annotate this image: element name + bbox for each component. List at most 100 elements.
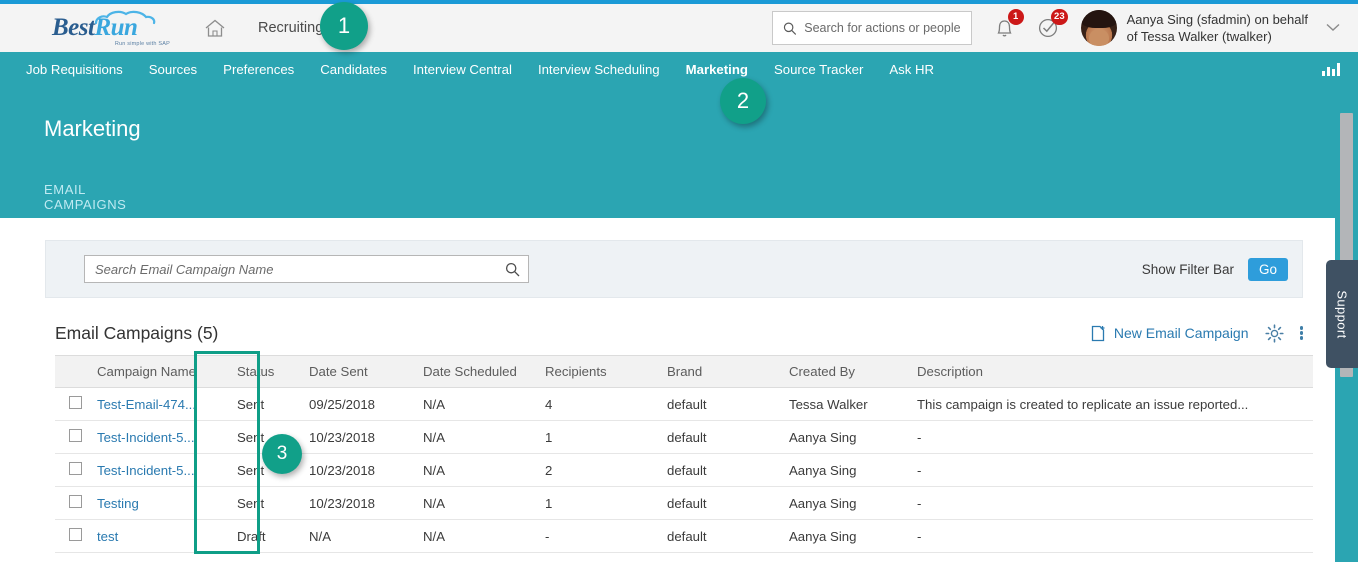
gear-icon[interactable] <box>1264 323 1284 343</box>
campaign-search-input[interactable]: Search Email Campaign Name <box>84 255 529 283</box>
callout-badge-3: 3 <box>262 434 302 474</box>
user-name-line2: of Tessa Walker (twalker) <box>1126 29 1272 44</box>
notifications-count: 1 <box>1007 9 1024 25</box>
page-hero: Marketing EMAIL CAMPAIGNS <box>0 86 1335 225</box>
cell-date-sent: 10/23/2018 <box>309 429 376 445</box>
cell-description: - <box>917 495 922 511</box>
column-header-brand[interactable]: Brand <box>667 364 789 379</box>
cell-date-scheduled: N/A <box>423 462 445 478</box>
primary-navigation: Job Requisitions Sources Preferences Can… <box>0 52 1358 86</box>
masthead: BestRun Run simple with SAP Recruiting S… <box>0 4 1358 52</box>
cell-date-sent: 10/23/2018 <box>309 462 376 478</box>
cell-recipients: 2 <box>545 462 553 478</box>
cell-description: This campaign is created to replicate an… <box>917 396 1249 412</box>
cell-recipients: 1 <box>545 495 553 511</box>
column-header-date-sent[interactable]: Date Sent <box>303 364 423 379</box>
callout-badge-2: 2 <box>720 78 766 124</box>
user-name-line1: Aanya Sing (sfadmin) on behalf <box>1126 12 1308 27</box>
row-checkbox-cell <box>55 462 97 478</box>
global-search-placeholder: Search for actions or people <box>804 21 961 35</box>
bestrun-logo[interactable]: BestRun Run simple with SAP <box>52 8 172 48</box>
search-icon <box>783 22 796 35</box>
table-footer-row <box>55 553 1313 562</box>
support-tab[interactable]: Support <box>1326 260 1358 368</box>
nav-item-job-requisitions[interactable]: Job Requisitions <box>26 62 123 77</box>
campaign-name-link[interactable]: Test-Incident-5... <box>97 463 194 478</box>
row-checkbox-cell <box>55 396 97 412</box>
cell-recipients: 4 <box>545 396 553 412</box>
kebab-menu-icon[interactable] <box>1299 325 1303 342</box>
cell-date-scheduled: N/A <box>423 429 445 445</box>
approvals-button[interactable]: 23 <box>1037 9 1068 39</box>
show-filter-bar-link[interactable]: Show Filter Bar <box>1142 262 1234 277</box>
go-button[interactable]: Go <box>1247 257 1288 281</box>
user-menu-button[interactable] <box>1326 19 1340 37</box>
column-header-description[interactable]: Description <box>917 364 1313 379</box>
cell-created-by: Aanya Sing <box>789 429 857 445</box>
cell-created-by: Aanya Sing <box>789 528 857 544</box>
cell-date-sent: 10/23/2018 <box>309 495 376 511</box>
bar-chart-icon[interactable] <box>1322 62 1340 76</box>
row-checkbox[interactable] <box>69 528 82 541</box>
home-icon[interactable] <box>204 18 226 38</box>
status-column-highlight <box>194 387 260 554</box>
new-email-campaign-button[interactable]: New Email Campaign <box>1091 325 1249 342</box>
cell-date-scheduled: N/A <box>423 396 445 412</box>
cell-brand: default <box>667 429 707 445</box>
cell-date-sent: 09/25/2018 <box>309 396 376 412</box>
logo-tagline: Run simple with SAP <box>114 41 170 47</box>
campaign-name-link[interactable]: test <box>97 529 118 544</box>
table-toolbar: Email Campaigns (5) New Email Campaign <box>55 314 1303 352</box>
row-checkbox[interactable] <box>69 462 82 475</box>
nav-item-preferences[interactable]: Preferences <box>223 62 294 77</box>
cell-description: - <box>917 528 922 544</box>
callout-badge-1: 1 <box>320 2 368 50</box>
row-checkbox[interactable] <box>69 396 82 409</box>
application-window: BestRun Run simple with SAP Recruiting S… <box>0 0 1358 562</box>
cell-created-by: Tessa Walker <box>789 396 868 412</box>
row-checkbox-cell <box>55 429 97 445</box>
nav-item-source-tracker[interactable]: Source Tracker <box>774 62 863 77</box>
row-checkbox[interactable] <box>69 495 82 508</box>
nav-item-interview-central[interactable]: Interview Central <box>413 62 512 77</box>
row-checkbox-cell <box>55 495 97 511</box>
cloud-icon <box>94 10 156 25</box>
cell-brand: default <box>667 396 707 412</box>
table-title: Email Campaigns (5) <box>55 322 219 343</box>
notifications-button[interactable]: 1 <box>994 9 1024 39</box>
search-icon[interactable] <box>505 262 520 277</box>
cell-date-scheduled: N/A <box>423 495 445 511</box>
nav-item-ask-hr[interactable]: Ask HR <box>889 62 934 77</box>
cell-recipients: 1 <box>545 429 553 445</box>
column-header-recipients[interactable]: Recipients <box>545 364 667 379</box>
column-header-date-scheduled[interactable]: Date Scheduled <box>423 364 545 379</box>
column-header-created-by[interactable]: Created By <box>789 364 917 379</box>
cell-description: - <box>917 429 922 445</box>
nav-item-marketing[interactable]: Marketing <box>686 62 748 77</box>
campaign-name-link[interactable]: Test-Incident-5... <box>97 430 194 445</box>
support-tab-label: Support <box>1334 289 1350 339</box>
approvals-count: 23 <box>1051 9 1068 25</box>
campaign-name-link[interactable]: Test-Email-474... <box>97 397 196 412</box>
nav-item-sources[interactable]: Sources <box>149 62 197 77</box>
cell-created-by: Aanya Sing <box>789 495 857 511</box>
row-checkbox[interactable] <box>69 429 82 442</box>
cell-brand: default <box>667 528 707 544</box>
filter-bar: Search Email Campaign Name Show Filter B… <box>45 240 1303 298</box>
masthead-right-group: Search for actions or people 1 23 Aanya … <box>771 9 1358 46</box>
status-column-header-highlight <box>194 351 260 387</box>
avatar[interactable] <box>1080 10 1117 46</box>
campaign-name-link[interactable]: Testing <box>97 496 139 511</box>
nav-item-candidates[interactable]: Candidates <box>320 62 387 77</box>
table-action-group: New Email Campaign <box>1091 323 1303 343</box>
new-email-campaign-label: New Email Campaign <box>1113 325 1249 341</box>
cell-brand: default <box>667 462 707 478</box>
new-document-icon <box>1091 325 1105 341</box>
nav-item-interview-scheduling[interactable]: Interview Scheduling <box>538 62 660 77</box>
user-name: Aanya Sing (sfadmin) on behalf of Tessa … <box>1127 11 1308 45</box>
global-search[interactable]: Search for actions or people <box>771 11 972 45</box>
cell-date-sent: N/A <box>309 528 331 544</box>
cell-created-by: Aanya Sing <box>789 462 857 478</box>
logo-text-best: Best <box>52 14 95 41</box>
cell-description: - <box>917 462 922 478</box>
